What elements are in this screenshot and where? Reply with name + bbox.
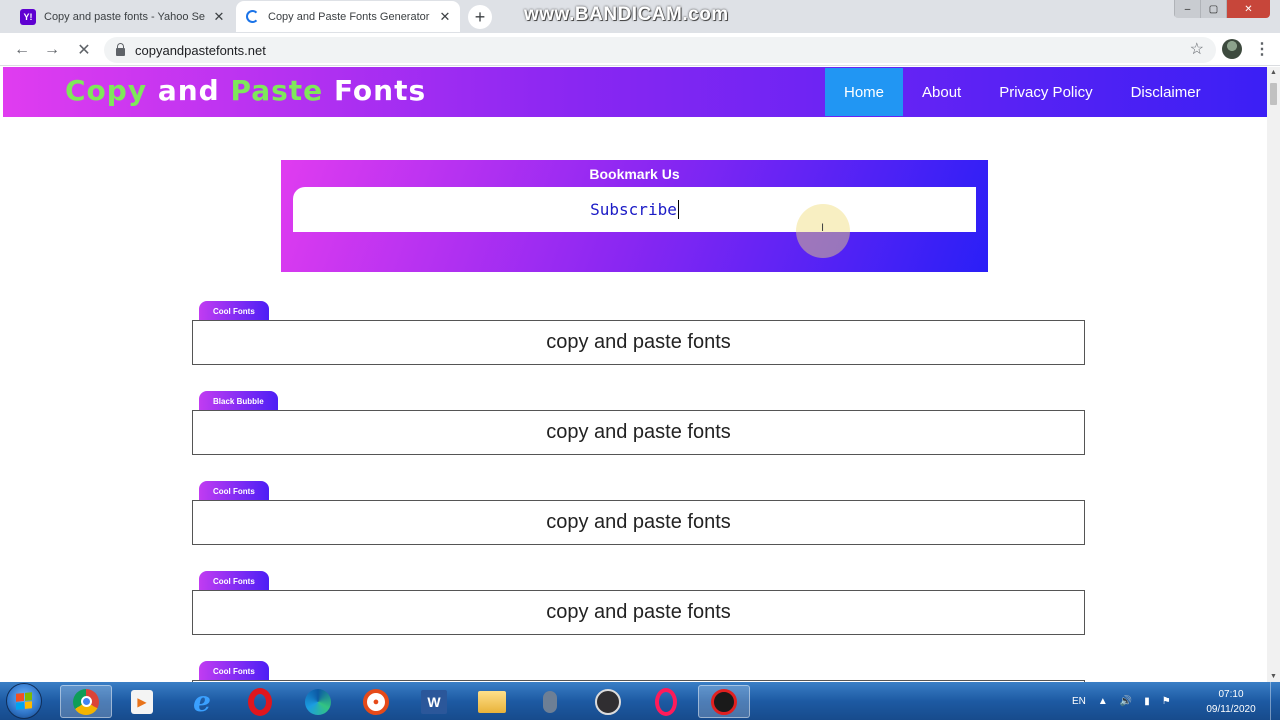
- nav-home[interactable]: Home: [825, 68, 904, 116]
- site-logo[interactable]: Copy and Paste Fonts: [65, 74, 426, 107]
- main-nav: Home About Privacy Policy Disclaimer: [825, 68, 1220, 116]
- network-icon[interactable]: ▮: [1144, 696, 1150, 707]
- edge-icon[interactable]: [292, 685, 344, 718]
- text-caret: [677, 200, 679, 219]
- maximize-button[interactable]: ▢: [1200, 0, 1226, 18]
- minimize-button[interactable]: –: [1174, 0, 1200, 18]
- volume-icon[interactable]: 🔊: [1120, 696, 1132, 707]
- word-icon[interactable]: W: [408, 685, 460, 718]
- action-center-flag-icon[interactable]: ⚑: [1162, 696, 1171, 707]
- system-tray: EN ▲ 🔊 ▮ ⚑: [1072, 682, 1183, 720]
- logo-word: Fonts: [333, 74, 427, 107]
- new-tab-button[interactable]: +: [468, 5, 492, 29]
- tab-yahoo-search[interactable]: Y! Copy and paste fonts - Yahoo Se ✕: [12, 1, 234, 32]
- font-style-tag: Cool Fonts: [199, 571, 269, 591]
- ibeam-cursor-icon: I: [821, 222, 825, 234]
- logo-word: and: [157, 74, 220, 107]
- font-style-tag: Cool Fonts: [199, 301, 269, 321]
- close-icon[interactable]: ✕: [438, 9, 452, 25]
- input-value: Subscribe: [590, 200, 677, 219]
- font-result-item: Cool Fonts copy and paste fonts: [192, 481, 1085, 545]
- browser-toolbar: ← → ✕ copyandpastefonts.net ☆ ⋮: [0, 33, 1280, 66]
- profile-avatar[interactable]: [1222, 39, 1242, 59]
- logo-word: Copy: [65, 74, 148, 107]
- lock-icon: [116, 43, 125, 56]
- yahoo-icon: Y!: [20, 8, 36, 25]
- browser-menu-icon[interactable]: ⋮: [1254, 39, 1270, 59]
- chrome-icon[interactable]: [60, 685, 112, 718]
- font-result-box[interactable]: copy and paste fonts: [192, 590, 1085, 635]
- language-indicator[interactable]: EN: [1072, 696, 1086, 707]
- show-desktop-button[interactable]: [1270, 682, 1280, 720]
- recording-watermark: www.BANDICAM.com: [524, 4, 729, 25]
- bookmark-panel: Bookmark Us Subscribe: [281, 160, 988, 272]
- font-style-tag: Cool Fonts: [199, 661, 269, 681]
- font-result-item: Black Bubble copy and paste fonts: [192, 391, 1085, 455]
- opera-icon[interactable]: [234, 685, 286, 718]
- vpn-icon[interactable]: ●: [350, 685, 402, 718]
- web-page: Copy and Paste Fonts Home About Privacy …: [3, 67, 1267, 682]
- forward-arrow-icon[interactable]: →: [40, 38, 64, 62]
- stop-loading-icon[interactable]: ✕: [72, 38, 96, 62]
- tab-title: Copy and paste fonts - Yahoo Se: [44, 10, 206, 23]
- window-close-button[interactable]: ✕: [1226, 0, 1270, 18]
- windows-taskbar: ▶ e ● W EN ▲ 🔊 ▮ ⚑ 07:10 09/11/2020: [0, 682, 1280, 720]
- file-explorer-icon[interactable]: [466, 685, 518, 718]
- bookmark-star-icon[interactable]: ☆: [1190, 39, 1204, 59]
- font-style-tag: Black Bubble: [199, 391, 278, 411]
- clock-date: 09/11/2020: [1206, 704, 1256, 715]
- tray-expand-icon[interactable]: ▲: [1098, 696, 1108, 707]
- tab-copy-paste-fonts[interactable]: Copy and Paste Fonts Generator ✕: [236, 1, 460, 32]
- font-result-item: Cool Fonts copy and paste fonts: [192, 301, 1085, 365]
- mouse-icon[interactable]: [524, 685, 576, 718]
- taskbar-clock[interactable]: 07:10 09/11/2020: [1196, 687, 1266, 717]
- nav-about[interactable]: About: [903, 68, 980, 116]
- opera-gx-icon[interactable]: [640, 685, 692, 718]
- nav-disclaimer[interactable]: Disclaimer: [1112, 68, 1220, 116]
- internet-explorer-icon[interactable]: e: [176, 685, 228, 718]
- url-text: copyandpastefonts.net: [135, 42, 266, 58]
- bookmark-title: Bookmark Us: [589, 166, 680, 182]
- start-button[interactable]: [6, 683, 42, 719]
- font-result-item: Cool Fonts copy and paste fonts: [192, 571, 1085, 635]
- back-arrow-icon[interactable]: ←: [10, 38, 34, 62]
- window-controls: – ▢ ✕: [1174, 0, 1270, 18]
- font-result-box[interactable]: copy and paste fonts: [192, 320, 1085, 365]
- windows-logo-icon: [16, 692, 32, 710]
- font-text-input[interactable]: Subscribe: [293, 187, 976, 232]
- site-header: Copy and Paste Fonts Home About Privacy …: [3, 67, 1267, 117]
- scroll-thumb[interactable]: [1270, 83, 1277, 105]
- font-result-box[interactable]: copy and paste fonts: [192, 410, 1085, 455]
- font-result-item: Cool Fonts: [192, 661, 1085, 682]
- logo-word: Paste: [230, 74, 324, 107]
- browser-tab-strip: Y! Copy and paste fonts - Yahoo Se ✕ Cop…: [0, 0, 1280, 33]
- font-style-tag: Cool Fonts: [199, 481, 269, 501]
- bandicam-icon[interactable]: [698, 685, 750, 718]
- close-icon[interactable]: ✕: [212, 9, 226, 25]
- address-bar[interactable]: copyandpastefonts.net ☆: [104, 37, 1216, 63]
- scroll-up-arrow-icon[interactable]: ▲: [1270, 69, 1277, 76]
- tab-title: Copy and Paste Fonts Generator: [268, 10, 430, 23]
- font-result-box[interactable]: copy and paste fonts: [192, 500, 1085, 545]
- clock-time: 07:10: [1218, 689, 1244, 700]
- scroll-down-arrow-icon[interactable]: ▼: [1270, 673, 1277, 680]
- nav-privacy-policy[interactable]: Privacy Policy: [980, 68, 1111, 116]
- obs-icon[interactable]: [582, 685, 634, 718]
- loading-spinner-icon: [244, 9, 260, 25]
- media-player-icon[interactable]: ▶: [116, 685, 168, 718]
- page-scrollbar[interactable]: ▲ ▼: [1267, 67, 1280, 682]
